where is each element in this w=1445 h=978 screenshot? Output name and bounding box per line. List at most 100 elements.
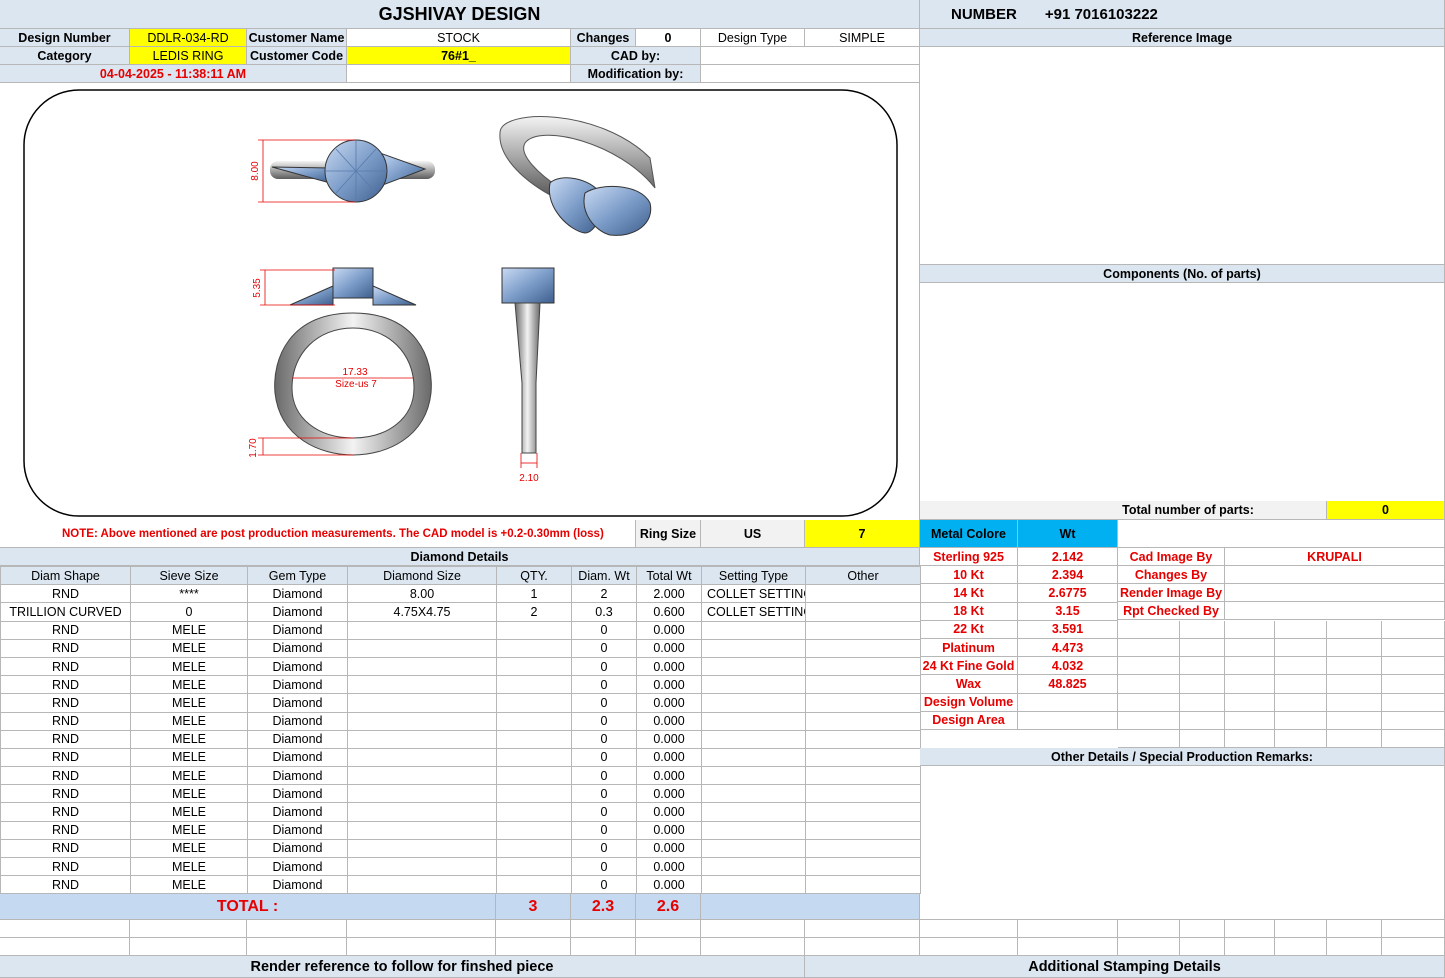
grid-cell[interactable] [1275,620,1327,639]
grid-cell[interactable] [1180,657,1225,676]
table-cell[interactable]: 0.600 [636,602,702,622]
table-cell[interactable] [347,638,497,658]
grid-cell[interactable] [1327,620,1382,639]
blank-cell[interactable] [701,920,805,938]
grid-cell[interactable] [1180,730,1225,749]
grid-cell[interactable] [1118,675,1180,694]
table-cell[interactable]: 0.000 [636,856,702,877]
rpt-checked-by-value[interactable] [1225,602,1445,620]
blank-cell[interactable] [1180,938,1225,956]
table-cell[interactable] [701,875,806,895]
table-cell[interactable] [701,784,806,804]
table-cell[interactable]: MELE [130,729,248,749]
table-cell[interactable]: Diamond [247,584,348,604]
table-cell[interactable]: 1 [496,584,572,604]
table-cell[interactable] [701,747,806,768]
table-cell[interactable] [701,766,806,786]
grid-cell[interactable] [1118,657,1180,676]
table-cell[interactable]: Diamond [247,620,348,640]
grid-cell[interactable] [1327,711,1382,730]
table-cell[interactable]: MELE [130,693,248,713]
table-cell[interactable]: RND [0,693,131,713]
blank-cell[interactable] [347,920,496,938]
metal-weight[interactable]: 4.032 [1018,657,1118,676]
table-cell[interactable] [496,620,572,640]
blank-cell[interactable] [130,920,247,938]
table-cell[interactable]: MELE [130,784,248,804]
metal-weight[interactable]: 3.15 [1018,602,1118,621]
table-cell[interactable]: RND [0,711,131,731]
table-cell[interactable] [347,820,497,840]
blank-cell[interactable] [571,938,636,956]
table-cell[interactable] [701,729,806,749]
table-cell[interactable]: RND [0,747,131,768]
grid-cell[interactable] [1382,657,1445,676]
table-cell[interactable]: 0.3 [571,602,637,622]
table-cell[interactable] [805,620,921,640]
table-cell[interactable] [347,711,497,731]
ring-size-value[interactable]: 7 [805,520,920,548]
table-cell[interactable]: MELE [130,856,248,877]
table-cell[interactable]: RND [0,802,131,822]
grid-cell[interactable] [1275,657,1327,676]
table-cell[interactable]: 0 [130,602,248,622]
table-cell[interactable]: RND [0,638,131,658]
table-cell[interactable]: COLLET SETTING [701,602,806,622]
customer-code-value[interactable]: 76#1_ [347,47,571,65]
table-cell[interactable]: Diamond [247,838,348,859]
render-image-by-value[interactable] [1225,584,1445,602]
blank-cell[interactable] [1382,920,1445,938]
changes-value[interactable]: 0 [636,29,701,47]
table-cell[interactable] [805,784,921,804]
metal-weight[interactable]: 2.6775 [1018,584,1118,603]
table-cell[interactable] [701,802,806,822]
table-cell[interactable]: MELE [130,820,248,840]
grid-cell[interactable] [1180,675,1225,694]
table-cell[interactable]: 0 [571,675,637,695]
table-cell[interactable]: MELE [130,675,248,695]
table-cell[interactable]: Diamond [247,802,348,822]
grid-cell[interactable] [1118,711,1180,730]
table-cell[interactable] [496,875,572,895]
table-cell[interactable] [347,656,497,677]
total-parts-value[interactable]: 0 [1327,501,1445,520]
table-cell[interactable] [496,638,572,658]
table-cell[interactable] [805,856,921,877]
table-cell[interactable]: MELE [130,638,248,658]
table-cell[interactable] [805,693,921,713]
table-cell[interactable]: 2.000 [636,584,702,604]
table-cell[interactable]: 0.000 [636,820,702,840]
table-cell[interactable]: Diamond [247,675,348,695]
blank-cell[interactable] [1275,920,1327,938]
changes-by-value[interactable] [1225,566,1445,584]
table-cell[interactable] [496,802,572,822]
table-cell[interactable] [496,693,572,713]
table-cell[interactable]: Diamond [247,656,348,677]
table-cell[interactable]: MELE [130,875,248,895]
table-cell[interactable]: 0 [571,729,637,749]
grid-cell[interactable] [1225,711,1275,730]
blank-cell[interactable] [1118,920,1180,938]
blank-cell[interactable] [636,920,701,938]
table-cell[interactable]: 0 [571,747,637,768]
table-cell[interactable] [805,747,921,768]
blank-cell[interactable] [805,938,920,956]
modification-by-value[interactable] [701,65,920,83]
table-cell[interactable]: 0.000 [636,675,702,695]
table-cell[interactable]: Diamond [247,820,348,840]
table-cell[interactable] [805,675,921,695]
table-cell[interactable]: 0.000 [636,802,702,822]
grid-cell[interactable] [1275,693,1327,712]
blank-cell[interactable] [701,938,805,956]
table-cell[interactable]: 0 [571,784,637,804]
metal-weight[interactable] [1018,711,1118,730]
table-cell[interactable]: Diamond [247,875,348,895]
metal-weight[interactable]: 48.825 [1018,675,1118,694]
design-number-value[interactable]: DDLR-034-RD [130,29,247,47]
blank-cell[interactable] [920,938,1018,956]
blank-cell[interactable] [0,938,130,956]
grid-cell[interactable] [1225,657,1275,676]
table-cell[interactable] [805,820,921,840]
table-cell[interactable]: Diamond [247,729,348,749]
table-cell[interactable]: RND [0,766,131,786]
